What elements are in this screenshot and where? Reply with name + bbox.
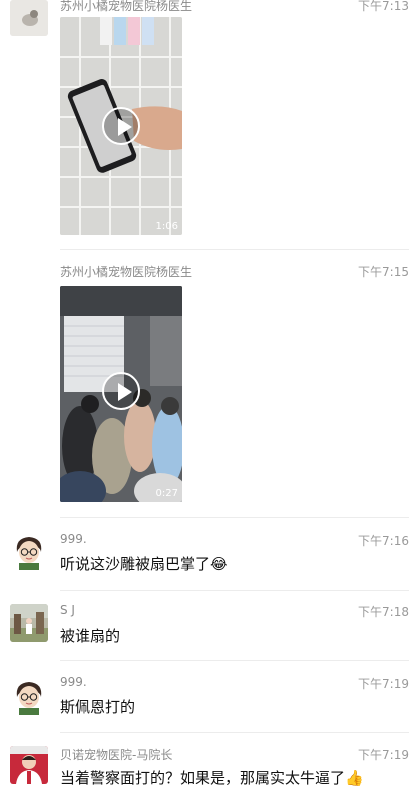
message-text: 斯佩恩打的 (60, 698, 136, 716)
video-message-2[interactable]: 0:27 (60, 286, 182, 502)
message-text: 听说这沙雕被扇巴掌了😂 (60, 553, 228, 574)
avatar-ma[interactable] (10, 746, 48, 784)
message-time: 下午7:13 (358, 0, 409, 13)
message-divider (60, 660, 409, 661)
message-divider (60, 732, 409, 733)
sender-name: 苏州小橘宠物医院杨医生 (60, 265, 193, 279)
message-time: 下午7:16 (358, 534, 409, 548)
avatar-sj[interactable] (10, 604, 48, 642)
video-duration: 1:06 (155, 221, 178, 232)
message-divider (60, 517, 409, 518)
video-message-1[interactable]: 1:06 (60, 17, 182, 235)
sender-name: 苏州小橘宠物医院杨医生 (60, 0, 193, 13)
message-time: 下午7:15 (358, 265, 409, 279)
message-text: 当着警察面打的？如果是，那属实太牛逼了👍 (60, 767, 364, 788)
avatar-999-1[interactable] (10, 532, 48, 570)
sender-name: 贝诺宠物医院-马院长 (60, 748, 173, 762)
message-time: 下午7:18 (358, 605, 409, 619)
sender-name: 999. (60, 532, 87, 546)
video-duration: 0:27 (155, 488, 178, 499)
message-time: 下午7:19 (358, 677, 409, 691)
sender-name: S J (60, 603, 75, 617)
message-text-content: 听说这沙雕被扇巴掌了 (60, 555, 211, 573)
laughing-emoji-icon: 😂 (210, 555, 228, 573)
message-text: 被谁扇的 (60, 627, 121, 645)
sender-name: 999. (60, 675, 87, 689)
message-divider (60, 249, 409, 250)
avatar-999-2[interactable] (10, 677, 48, 715)
thumbs-up-emoji-icon: 👍 (345, 769, 364, 787)
message-time: 下午7:19 (358, 748, 409, 762)
message-divider (60, 590, 409, 591)
message-text-content: 当着警察面打的？如果是，那属实太牛逼了 (60, 769, 346, 787)
avatar-yang-1[interactable] (10, 0, 48, 36)
